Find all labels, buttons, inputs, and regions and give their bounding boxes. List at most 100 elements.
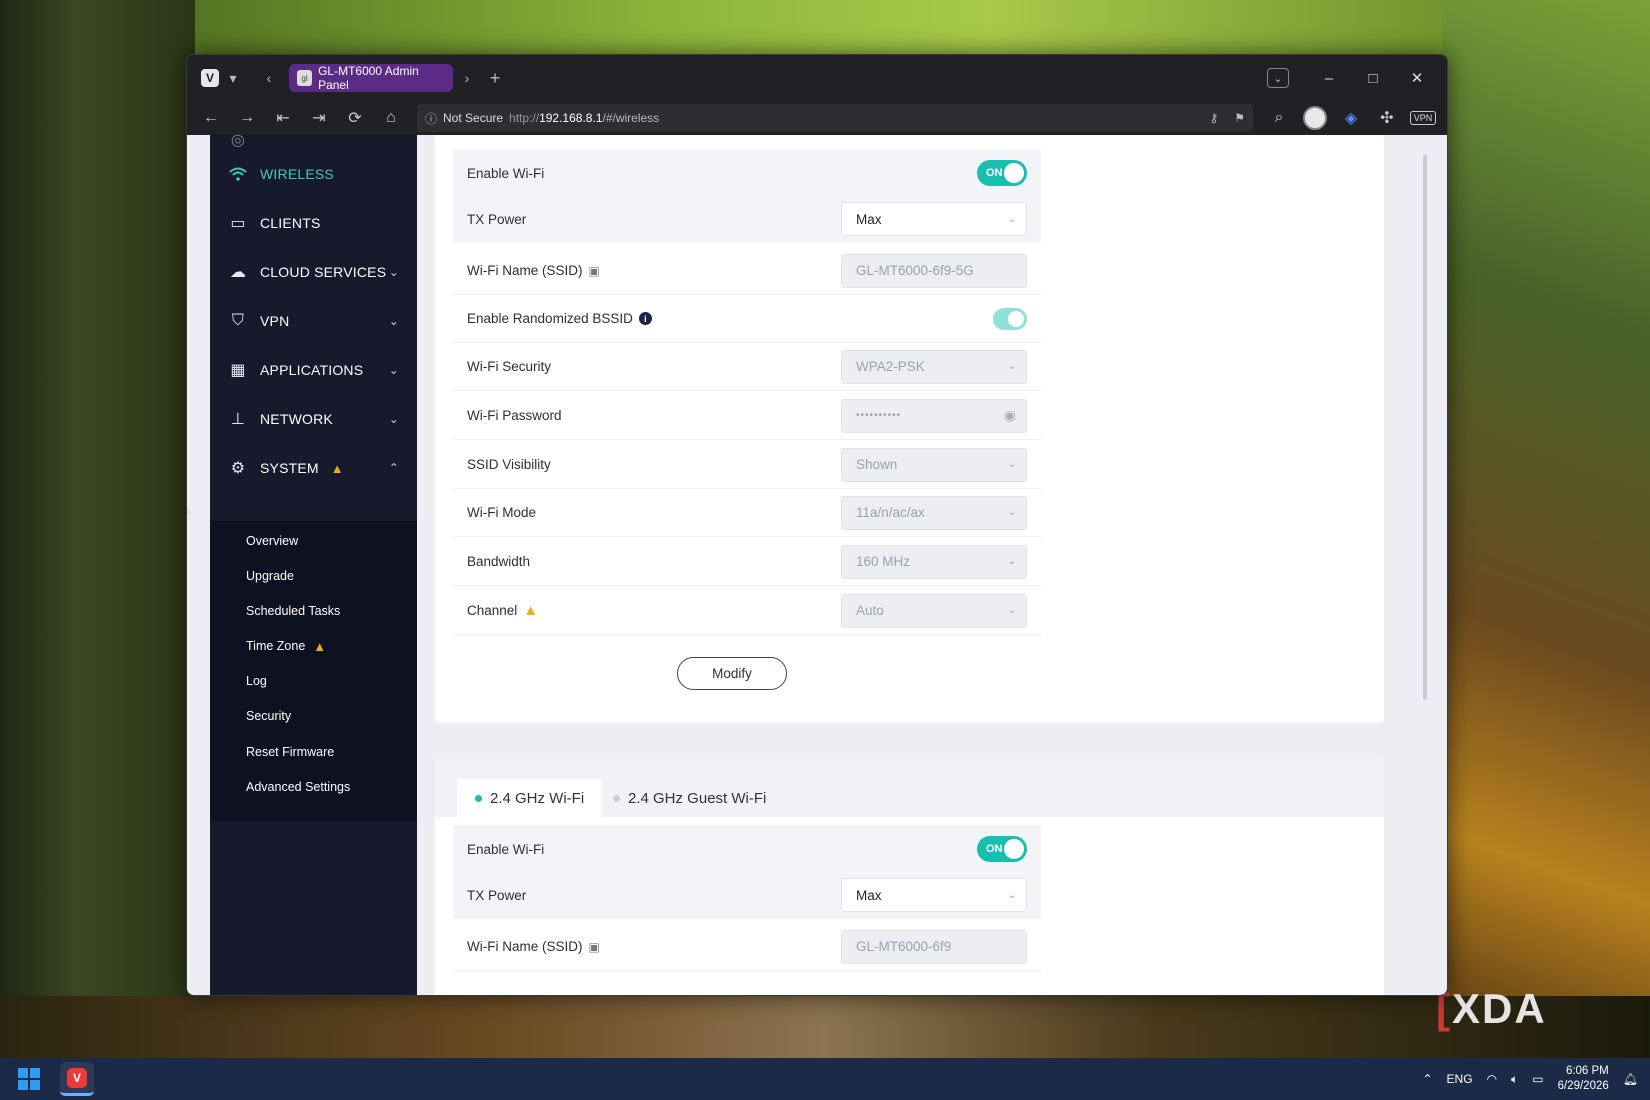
qr-code-icon[interactable]: ▣	[589, 264, 600, 278]
sidebar-item-clients[interactable]: ▭ CLIENTS	[210, 198, 417, 248]
bookmark-icon[interactable]: ⚑	[1234, 111, 1245, 125]
wifi-security-select[interactable]: WPA2-PSK ⌄	[841, 349, 1027, 384]
chevron-down-icon: ⌄	[388, 314, 399, 328]
tx-power-24-select[interactable]: Max ⌄	[841, 878, 1027, 912]
info-circle-icon[interactable]: ⓘ	[425, 110, 437, 127]
row-label: Wi-Fi Password	[467, 408, 562, 423]
sidebar-label: NETWORK	[260, 411, 333, 427]
tab-admin-panel[interactable]: gl GL-MT6000 Admin Panel	[289, 64, 453, 92]
sidebar-label: SYSTEM	[260, 460, 319, 476]
enable-wifi-toggle[interactable]: ON	[977, 160, 1027, 186]
ssid-24-input[interactable]: GL-MT6000-6f9	[841, 929, 1027, 964]
clock-date: 6/29/2026	[1557, 1080, 1609, 1092]
submenu-scheduled-tasks[interactable]: Scheduled Tasks	[246, 601, 340, 621]
submenu-security[interactable]: Security	[246, 706, 291, 726]
language-indicator[interactable]: ENG	[1447, 1072, 1473, 1086]
row-label: Channel ▲	[467, 602, 539, 619]
modify-button[interactable]: Modify	[677, 657, 787, 690]
cloud-icon: ☁	[229, 264, 247, 281]
vpn-button[interactable]: VPN	[1407, 104, 1439, 132]
tab-24ghz-guest-wifi[interactable]: 2.4 GHz Guest Wi-Fi	[595, 779, 784, 817]
battery-icon[interactable]: ▭	[1532, 1072, 1543, 1086]
submenu-log[interactable]: Log	[246, 671, 267, 691]
sidebar-item-cloud-services[interactable]: ☁ CLOUD SERVICES ⌄	[210, 247, 417, 297]
enable-wifi-24-toggle[interactable]: ON	[977, 836, 1027, 862]
back-icon[interactable]: ←	[195, 104, 227, 132]
row-label: Enable Wi-Fi	[467, 841, 545, 857]
sidebar-collapse-icon[interactable]: ▸	[187, 507, 193, 518]
tab-title: GL-MT6000 Admin Panel	[318, 64, 419, 92]
row-tx-power-24: TX Power Max ⌄	[453, 871, 1041, 919]
menu-chevron-icon[interactable]: ▾	[219, 64, 247, 92]
card-tab-stub	[455, 135, 591, 139]
new-tab-icon[interactable]: +	[481, 64, 509, 92]
extensions-puzzle-icon[interactable]: ✣	[1371, 104, 1403, 132]
wallpaper-top	[0, 0, 1650, 56]
fast-forward-icon[interactable]: ⇥	[303, 104, 335, 132]
ssid-input[interactable]: GL-MT6000-6f9-5G	[841, 253, 1027, 288]
submenu-reset-firmware[interactable]: Reset Firmware	[246, 742, 334, 762]
home-icon[interactable]: ⌂	[375, 104, 407, 132]
volume-icon[interactable]: 🔈︎	[1511, 1072, 1518, 1087]
security-label[interactable]: Not Secure	[443, 111, 503, 125]
network-icon: ⊥	[230, 411, 246, 428]
globe-icon: ◎	[230, 135, 246, 149]
vivaldi-menu-icon[interactable]: V	[201, 69, 219, 87]
tray-overflow-chevron-icon[interactable]: ⌃	[1422, 1072, 1432, 1086]
browser-window: V ▾ ‹ gl GL-MT6000 Admin Panel › + ⌄ – □…	[186, 54, 1448, 996]
qr-code-icon[interactable]: ▣	[589, 940, 600, 954]
key-icon[interactable]: ⚷	[1209, 111, 1218, 125]
submenu-upgrade[interactable]: Upgrade	[246, 566, 294, 586]
ssid-visibility-select[interactable]: Shown ⌄	[841, 447, 1027, 482]
eye-icon[interactable]: ◉	[1004, 407, 1016, 424]
tx-power-select[interactable]: Max ⌄	[841, 202, 1027, 236]
sidebar-item-wireless[interactable]: WIRELESS	[210, 149, 417, 199]
taskbar-vivaldi-app[interactable]: V	[60, 1062, 94, 1096]
favicon-icon: gl	[297, 70, 313, 86]
sidebar-item-network[interactable]: ⊥ NETWORK ⌄	[210, 394, 417, 444]
extension-shield-icon[interactable]: ◈	[1335, 104, 1367, 132]
wallpaper-bottom	[0, 996, 1650, 1058]
tab-scroll-left-icon[interactable]: ‹	[255, 64, 283, 92]
tab-list-icon[interactable]: ⌄	[1267, 68, 1289, 88]
windows-start-icon[interactable]	[18, 1068, 40, 1090]
sidebar-item-applications[interactable]: ▦ APPLICATIONS ⌄	[210, 345, 417, 395]
wifi-mode-select[interactable]: 11a/n/ac/ax ⌄	[841, 495, 1027, 530]
row-label: Wi-Fi Name (SSID) ▣	[467, 263, 600, 278]
scrollbar[interactable]	[1423, 155, 1427, 700]
row-label: Enable Randomized BSSID i	[467, 311, 652, 326]
search-icon[interactable]: ⌕	[1263, 104, 1295, 132]
bandwidth-select[interactable]: 160 MHz ⌄	[841, 544, 1027, 579]
profile-avatar[interactable]	[1299, 104, 1331, 132]
wifi-tray-icon[interactable]: ◠	[1487, 1072, 1497, 1086]
reload-icon[interactable]: ⟳	[339, 104, 371, 132]
tab-label: 2.4 GHz Wi-Fi	[490, 789, 585, 807]
clock[interactable]: 6:06 PM 6/29/2026	[1558, 1064, 1609, 1094]
submenu-overview[interactable]: Overview	[246, 531, 298, 551]
maximize-icon[interactable]: □	[1351, 70, 1395, 87]
wifi-password-input[interactable]: •••••••••• ◉	[841, 398, 1027, 433]
info-icon[interactable]: i	[638, 312, 652, 325]
address-bar[interactable]: ⓘ Not Secure http://192.168.8.1/#/wirele…	[417, 104, 1253, 132]
submenu-time-zone[interactable]: Time Zone ▲	[246, 636, 326, 656]
row-label: TX Power	[467, 211, 527, 227]
randomized-bssid-toggle[interactable]	[993, 307, 1027, 330]
sidebar-item-system[interactable]: ⚙ SYSTEM ▲ ⌃	[210, 443, 417, 493]
rewind-icon[interactable]: ⇤	[267, 104, 299, 132]
tab-bar: V ▾ ‹ gl GL-MT6000 Admin Panel › + ⌄ – □…	[187, 55, 1447, 101]
warning-icon: ▲	[313, 638, 327, 654]
tab-label: 2.4 GHz Guest Wi-Fi	[628, 789, 767, 807]
channel-select[interactable]: Auto ⌄	[841, 593, 1027, 628]
row-label: Wi-Fi Name (SSID) ▣	[467, 939, 600, 954]
notification-bell-icon[interactable]: 🔔︎	[1623, 1072, 1638, 1086]
tab-24ghz-wifi[interactable]: 2.4 GHz Wi-Fi	[457, 779, 603, 817]
minimize-icon[interactable]: –	[1307, 70, 1351, 87]
row-label: TX Power	[467, 887, 527, 903]
sidebar-item-vpn[interactable]: ⛉ VPN ⌄	[210, 296, 417, 346]
forward-icon[interactable]: →	[231, 104, 263, 132]
active-dot-icon	[475, 794, 482, 802]
row-label: Enable Wi-Fi	[467, 165, 545, 181]
tab-scroll-right-icon[interactable]: ›	[453, 64, 481, 92]
submenu-advanced-settings[interactable]: Advanced Settings	[246, 777, 350, 797]
close-icon[interactable]: ✕	[1395, 69, 1439, 87]
